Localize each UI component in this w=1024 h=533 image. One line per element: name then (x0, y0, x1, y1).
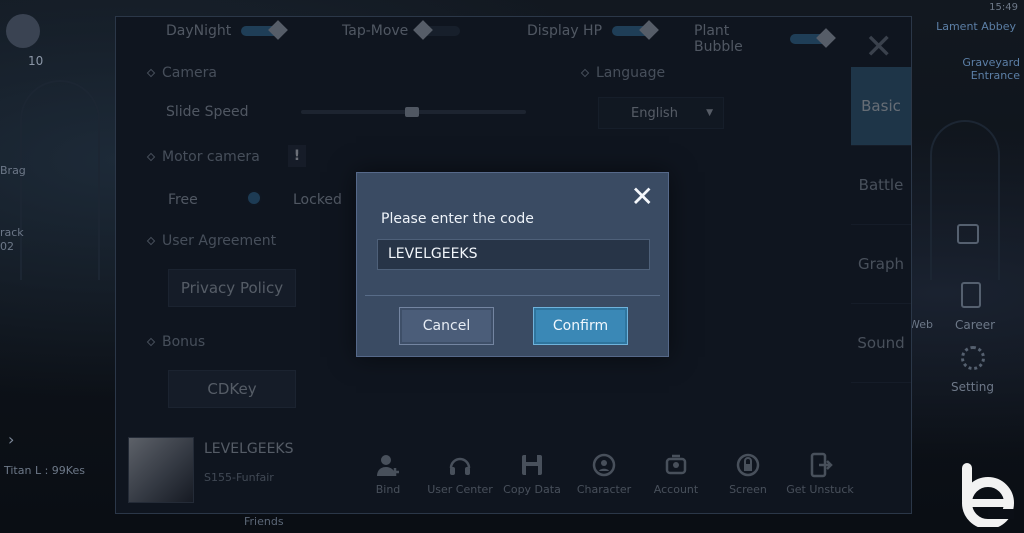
hud-sublocation: Graveyard Entrance (962, 56, 1020, 82)
avatar (128, 437, 194, 503)
tab-graph[interactable]: Graph (851, 225, 911, 304)
user-agreement-label: User Agreement (162, 233, 277, 249)
diamond-bullet-icon (146, 236, 156, 246)
slider-thumb[interactable] (405, 107, 419, 117)
career-label: Career (955, 318, 996, 332)
language-select[interactable]: English ▼ (598, 97, 724, 129)
language-label: Language (596, 65, 666, 81)
close-icon[interactable]: ✕ (631, 183, 654, 211)
toggle-label: Plant Bubble (694, 23, 743, 55)
player-server: S155-Funfair (204, 471, 274, 484)
hud-quest-track: rack (0, 226, 24, 239)
exclamation-icon[interactable]: ! (288, 145, 306, 167)
left-hud: 10 Brag rack 02 › Titan L : 99Kes (0, 0, 115, 533)
language-value: English (631, 105, 678, 121)
right-hud: 15:49 Lament Abbey Graveyard Entrance Ca… (909, 0, 1024, 533)
account-button[interactable]: Account (640, 451, 712, 496)
brand-logo-icon (962, 463, 1014, 527)
toggle-label: DayNight (166, 23, 232, 39)
locked-label: Locked (293, 192, 342, 208)
hud-chat-line: Titan L : 99Kes (4, 464, 85, 477)
get-unstuck-button[interactable]: Get Unstuck (784, 451, 856, 496)
bind-button[interactable]: Bind (352, 451, 424, 496)
motor-camera-section: Motor camera (146, 149, 260, 165)
tab-basic[interactable]: Basic (851, 67, 911, 146)
diamond-bullet-icon (146, 152, 156, 162)
toggle-label: Tap-Move (342, 23, 409, 39)
dialog-title: Please enter the code (381, 211, 534, 227)
hud-avatar (6, 14, 40, 48)
hud-location: Lament Abbey (936, 20, 1016, 33)
gear-icon[interactable] (961, 346, 985, 370)
career-icon[interactable] (961, 282, 981, 308)
code-input[interactable]: LEVELGEEKS (377, 239, 650, 270)
free-label: Free (168, 192, 198, 208)
bonus-label: Bonus (162, 334, 206, 350)
diamond-bullet-icon (580, 68, 590, 78)
action-label: Character (576, 483, 632, 496)
action-label: Account (653, 483, 699, 496)
toggle-switch[interactable] (790, 28, 836, 48)
bonus-section: Bonus (146, 334, 206, 350)
toggle-label: Display HP (527, 23, 603, 39)
dialog-divider (365, 295, 660, 296)
toggle-switch[interactable] (413, 20, 461, 40)
language-section: Language (580, 65, 666, 81)
camera-label: Camera (162, 65, 217, 81)
toggle-display-hp[interactable]: Display HP (527, 20, 659, 40)
chevron-down-icon: ▼ (706, 108, 713, 118)
toggle-bar: DayNight Tap-Move Display HP Plant Bubbl… (166, 20, 836, 55)
hud-quest-text: Brag (0, 164, 26, 177)
code-entry-dialog: ✕ Please enter the code LEVELGEEKS Cance… (356, 172, 669, 357)
tab-sound[interactable]: Sound (851, 304, 911, 383)
copy-data-button[interactable]: Copy Data (496, 451, 568, 496)
floppy-disk-icon (518, 451, 546, 479)
person-add-icon (374, 451, 402, 479)
screen-lock-icon (734, 451, 762, 479)
headset-icon (446, 451, 474, 479)
cdkey-button[interactable]: CDKey (168, 370, 296, 408)
cancel-button[interactable]: Cancel (399, 307, 494, 345)
action-label: User Center (427, 483, 493, 496)
player-profile: LEVELGEEKS S155-Funfair (128, 437, 293, 503)
side-label: Web (909, 318, 933, 331)
diamond-bullet-icon (146, 68, 156, 78)
camera-section: Camera (146, 65, 217, 81)
character-swap-icon (590, 451, 618, 479)
status-time: 15:49 (989, 2, 1018, 13)
phone-exit-icon (806, 451, 834, 479)
motor-camera-label: Motor camera (162, 149, 260, 165)
user-agreement-section: User Agreement (146, 233, 277, 249)
toggle-plant-bubble[interactable]: Plant Bubble (694, 23, 836, 55)
action-label: Screen (729, 483, 767, 496)
briefcase-icon[interactable] (957, 224, 979, 244)
privacy-policy-button[interactable]: Privacy Policy (168, 269, 296, 307)
tab-battle[interactable]: Battle (851, 146, 911, 225)
chevron-right-icon[interactable]: › (8, 430, 14, 449)
player-name: LEVELGEEKS (204, 441, 294, 457)
confirm-button[interactable]: Confirm (533, 307, 628, 345)
user-center-button[interactable]: User Center (424, 451, 496, 496)
account-actions: Bind User Center Copy Data Character Acc… (352, 451, 856, 496)
action-label: Bind (375, 483, 401, 496)
hud-level: 10 (28, 54, 44, 68)
diamond-bullet-icon (146, 337, 156, 347)
toggle-switch[interactable] (241, 20, 289, 40)
hud-quest-num: 02 (0, 240, 14, 253)
account-switch-icon (662, 451, 690, 479)
toggle-tap-move[interactable]: Tap-Move (342, 20, 461, 40)
screen-button[interactable]: Screen (712, 451, 784, 496)
toggle-daynight[interactable]: DayNight (166, 20, 289, 40)
friends-label: Friends (244, 515, 284, 528)
slide-speed-slider[interactable] (301, 107, 526, 117)
action-label: Get Unstuck (786, 483, 854, 496)
slide-speed-label: Slide Speed (166, 104, 249, 120)
toggle-switch[interactable] (612, 20, 659, 40)
action-label: Copy Data (503, 483, 561, 496)
setting-label: Setting (951, 380, 994, 394)
close-icon[interactable]: ✕ (865, 27, 894, 67)
settings-tabs: Basic Battle Graph Sound (851, 67, 911, 383)
character-button[interactable]: Character (568, 451, 640, 496)
camera-mode-toggle[interactable] (246, 190, 262, 206)
